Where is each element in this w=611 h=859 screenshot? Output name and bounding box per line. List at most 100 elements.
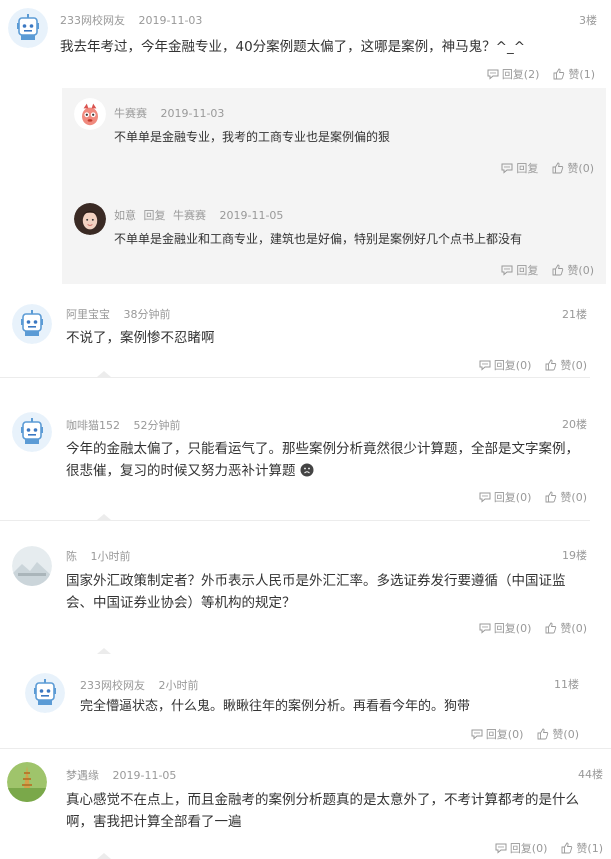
reply-meta: 牛赛赛 2019-11-03 [114, 105, 224, 121]
thumb-up-icon [545, 491, 557, 503]
comment-text-line-1: 今年的金融太偏了，只能看运气了。那些案例分析竟然很少计算题，全部是文字案例， [66, 441, 579, 457]
reply-button[interactable]: 回复 [501, 262, 538, 278]
like-button[interactable]: 赞(0) [545, 357, 587, 373]
comment-text-line-2: 会、中国证券业协会）等机构的规定？ [66, 595, 296, 611]
comment-icon [501, 264, 513, 276]
comment-actions: 回复(0) 赞(1) [495, 840, 603, 856]
comment-text-line-2-content: 很悲催，复习的时候又努力恶补计算题 [66, 463, 296, 479]
avatar[interactable] [7, 762, 47, 802]
comment-icon [487, 68, 499, 80]
like-button[interactable]: 赞(1) [553, 66, 595, 82]
reply-button[interactable]: 回复 [501, 160, 538, 176]
avatar[interactable] [8, 8, 48, 48]
comment-meta: 梦遇缘 2019-11-05 [66, 767, 176, 783]
reply-list: 牛赛赛 2019-11-03 不单单是金融专业，我考的工商专业也是案例偏的狠 回… [62, 88, 606, 284]
reply-button[interactable]: 回复(0) [479, 489, 532, 505]
comment-actions: 回复(0) 赞(0) [479, 489, 587, 505]
comment-meta: 233网校网友 2019-11-03 [60, 12, 202, 28]
comment-meta: 233网校网友 2小时前 [80, 677, 199, 693]
comment-text-line-2: 啊，害我把计算全部看了一遍 [66, 814, 242, 830]
comment-actions: 回复(2) 赞(1) [487, 66, 595, 82]
reply-label: 回复(0) [493, 622, 532, 635]
comment-actions: 回复(0) 赞(0) [479, 620, 587, 636]
reply-button[interactable]: 回复(0) [471, 726, 523, 742]
reply-button[interactable]: 回复(0) [495, 840, 547, 856]
reply-text: 不单单是金融业和工商专业，建筑也是好偏，特别是案例好几个点书上都没有 [114, 232, 523, 246]
like-label: 赞(1) [568, 68, 595, 81]
comment-item: 梦遇缘 2019-11-05 44楼 真心感觉不在点上，而且金融考的案例分析题真… [0, 756, 611, 859]
like-button[interactable]: 赞(0) [545, 620, 587, 636]
reply-label: 回复(0) [493, 491, 532, 504]
reply-button[interactable]: 回复(0) [479, 620, 532, 636]
divider-caret [97, 648, 111, 654]
username[interactable]: 阿里宝宝 [66, 308, 110, 321]
comment-meta: 陈 1小时前 [66, 548, 131, 564]
avatar[interactable] [12, 304, 52, 344]
timestamp: 2019-11-03 [160, 107, 225, 120]
timestamp: 38分钟前 [123, 308, 171, 321]
comment-text: 我去年考过，今年金融专业，40分案例题太偏了，这哪是案例，神马鬼？^_^ [60, 39, 526, 55]
floor-number: 3楼 [579, 14, 597, 27]
reply-label: 回复 [516, 162, 539, 175]
photo-avatar-icon [74, 203, 106, 235]
like-label: 赞(0) [552, 728, 579, 741]
reply-button[interactable]: 回复(2) [487, 66, 539, 82]
comment-item: 233网校网友 2019-11-03 3楼 我去年考过，今年金融专业，40分案例… [0, 0, 611, 290]
like-button[interactable]: 赞(0) [552, 160, 594, 176]
thumb-up-icon [537, 728, 549, 740]
timestamp: 2小时前 [158, 679, 199, 692]
avatar[interactable] [12, 412, 52, 452]
like-label: 赞(0) [560, 491, 587, 504]
comment-meta: 咖啡猫152 52分钟前 [66, 417, 181, 433]
timestamp: 2019-11-05 [112, 769, 177, 782]
username[interactable]: 233网校网友 [80, 679, 145, 692]
timestamp: 52分钟前 [133, 419, 181, 432]
divider-caret [97, 853, 111, 859]
floor-number: 20楼 [562, 418, 587, 431]
robot-avatar-icon [12, 412, 52, 452]
avatar[interactable] [74, 98, 106, 130]
thumb-up-icon [552, 162, 564, 174]
avatar[interactable] [25, 673, 65, 713]
thumb-up-icon [552, 264, 564, 276]
avatar[interactable] [12, 546, 52, 586]
comment-icon [479, 491, 491, 503]
reply-item: 牛赛赛 2019-11-03 不单单是金融专业，我考的工商专业也是案例偏的狠 回… [62, 88, 606, 188]
comment-item: 阿里宝宝 38分钟前 21楼 不说了，案例惨不忍睹啊 回复(0) 赞(0) [0, 296, 611, 396]
username[interactable]: 咖啡猫152 [66, 419, 120, 432]
cartoon-avatar-icon [74, 98, 106, 130]
floor-number: 44楼 [578, 768, 603, 781]
comment-item: 233网校网友 2小时前 11楼 完全懵逼状态，什么鬼。瞅瞅往年的案例分析。再看… [0, 668, 611, 760]
comment-icon [479, 359, 491, 371]
timestamp: 2019-11-05 [219, 209, 284, 222]
avatar[interactable] [74, 203, 106, 235]
like-label: 赞(0) [560, 622, 587, 635]
divider [0, 748, 611, 749]
username[interactable]: 梦遇缘 [66, 769, 99, 782]
reply-actions: 回复 赞(0) [501, 160, 594, 176]
like-button[interactable]: 赞(1) [561, 840, 603, 856]
divider [0, 520, 590, 521]
comment-text: 完全懵逼状态，什么鬼。瞅瞅往年的案例分析。再看看今年的。狗带 [80, 699, 471, 714]
thumb-up-icon [561, 842, 573, 854]
thumb-up-icon [553, 68, 565, 80]
username[interactable]: 牛赛赛 [114, 107, 147, 120]
comment-text-line-2: 很悲催，复习的时候又努力恶补计算题 [66, 460, 314, 482]
comment-icon [501, 162, 513, 174]
username[interactable]: 陈 [66, 550, 77, 563]
thumb-up-icon [545, 622, 557, 634]
like-button[interactable]: 赞(0) [552, 262, 594, 278]
reply-to-username[interactable]: 牛赛赛 [173, 209, 206, 222]
username[interactable]: 233网校网友 [60, 14, 125, 27]
like-label: 赞(1) [576, 842, 603, 855]
comment-text: 不说了，案例惨不忍睹啊 [66, 330, 215, 346]
like-button[interactable]: 赞(0) [537, 726, 579, 742]
username[interactable]: 如意 [114, 209, 136, 222]
like-label: 赞(0) [560, 359, 587, 372]
robot-avatar-icon [12, 304, 52, 344]
like-button[interactable]: 赞(0) [545, 489, 587, 505]
comment-text-line-1: 国家外汇政策制定者？外币表示人民币是外汇汇率。多选证券发行要遵循（中国证监 [66, 573, 566, 589]
comment-item: 咖啡猫152 52分钟前 20楼 今年的金融太偏了，只能看运气了。那些案例分析竟… [0, 404, 611, 532]
comment-icon [479, 622, 491, 634]
reply-button[interactable]: 回复(0) [479, 357, 531, 373]
